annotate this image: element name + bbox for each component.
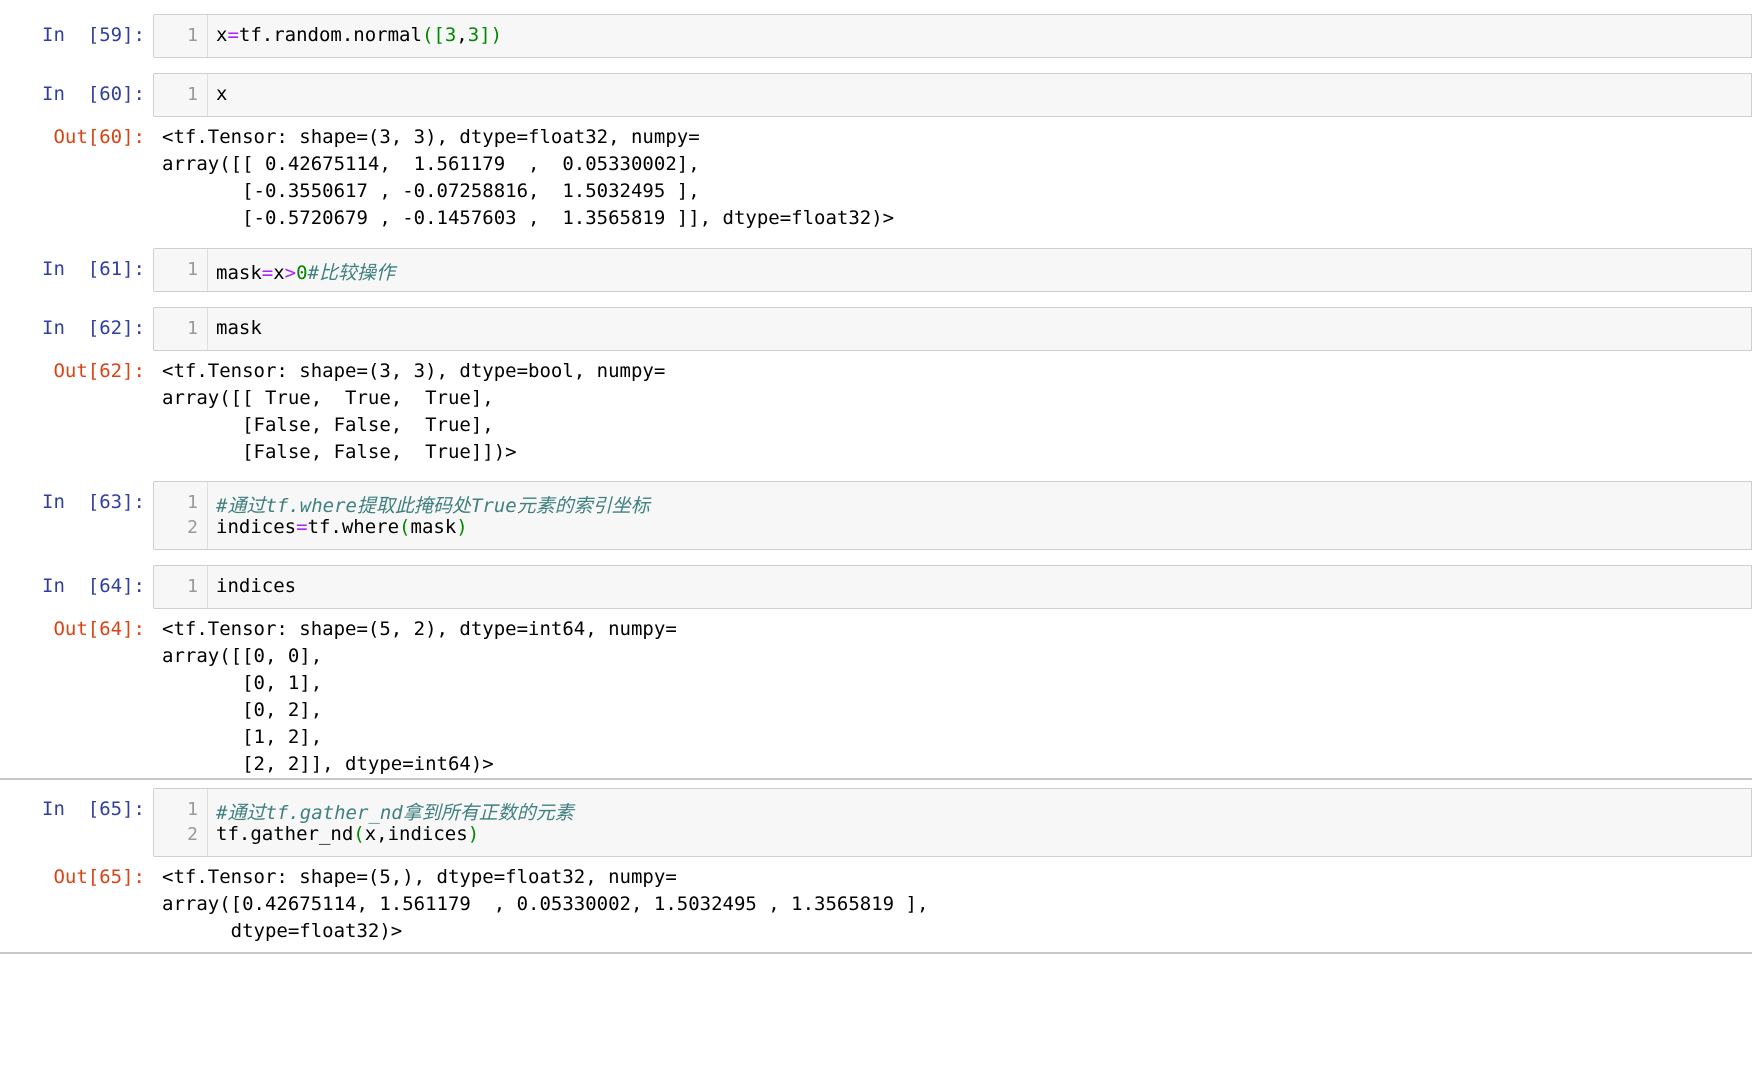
- code-editor[interactable]: 1 #通过tf.gather_nd拿到所有正数的元素 2 tf.gather_nd(x…: [153, 788, 1752, 857]
- cell-divider: [0, 952, 1752, 954]
- code-line[interactable]: #通过tf.where提取此掩码处True元素的索引坐标: [216, 491, 650, 518]
- code-token: indices: [216, 516, 297, 538]
- code-line[interactable]: mask=x>0#比较操作: [216, 258, 395, 285]
- code-line[interactable]: x: [216, 83, 227, 105]
- code-token: tf.random.normal: [238, 24, 422, 46]
- code-line[interactable]: mask: [216, 317, 262, 339]
- code-token: =: [227, 24, 239, 46]
- input-prompt: In [59]:: [42, 24, 145, 46]
- code-editor[interactable]: 1 #通过tf.where提取此掩码处True元素的索引坐标 2 indices=tf…: [153, 481, 1752, 550]
- code-token: ): [467, 823, 480, 845]
- line-number: 1: [187, 259, 198, 280]
- code-token: ): [456, 516, 468, 538]
- code-token: 0: [296, 262, 308, 284]
- code-token: 3: [444, 24, 457, 46]
- line-number: 1: [187, 84, 198, 105]
- line-number: 1: [187, 576, 198, 597]
- input-prompt: In [64]:: [42, 575, 145, 597]
- code-token: x,indices: [364, 823, 468, 845]
- code-token: (: [353, 823, 365, 845]
- input-prompt: In [62]:: [42, 317, 145, 339]
- code-token: >: [284, 262, 297, 284]
- input-prompt: In [63]:: [42, 491, 145, 513]
- line-number: 2: [187, 824, 198, 845]
- code-token: 3: [467, 24, 480, 46]
- cell-output: <tf.Tensor: shape=(5,), dtype=float32, n…: [162, 866, 929, 942]
- code-token: #通过tf.where提取此掩码处True元素的索引坐标: [216, 495, 650, 517]
- code-token: tf.where: [307, 516, 400, 538]
- line-number: 1: [187, 318, 198, 339]
- code-line[interactable]: x=tf.random.normal([3,3]): [216, 24, 502, 46]
- code-token: =: [296, 516, 308, 538]
- code-token: =: [261, 262, 274, 284]
- code-editor[interactable]: 1 mask=x>0#比较操作: [153, 248, 1752, 292]
- cell-output: <tf.Tensor: shape=(5, 2), dtype=int64, n…: [162, 618, 677, 775]
- code-token: tf.gather_nd: [216, 823, 354, 845]
- output-prompt: Out[64]:: [53, 618, 145, 640]
- line-number: 2: [187, 517, 198, 538]
- input-prompt: In [61]:: [42, 258, 145, 280]
- code-line[interactable]: indices: [216, 575, 296, 597]
- code-token: #比较操作: [307, 262, 396, 284]
- code-token: (: [399, 516, 411, 538]
- code-line[interactable]: tf.gather_nd(x,indices): [216, 823, 479, 845]
- line-number: 1: [187, 492, 198, 513]
- code-line[interactable]: indices=tf.where(mask): [216, 516, 468, 538]
- code-token: ]): [479, 24, 503, 46]
- code-token: #通过tf.gather_nd拿到所有正数的元素: [216, 802, 574, 824]
- code-token: mask: [410, 516, 457, 538]
- code-token: ([: [421, 24, 445, 46]
- input-prompt: In [65]:: [42, 798, 145, 820]
- code-token: x: [216, 24, 228, 46]
- code-editor[interactable]: 1 x=tf.random.normal([3,3]): [153, 14, 1752, 58]
- code-editor[interactable]: 1 indices: [153, 565, 1752, 609]
- input-prompt: In [60]:: [42, 83, 145, 105]
- code-editor[interactable]: 1x: [153, 73, 1752, 117]
- line-number: 1: [187, 25, 198, 46]
- code-editor[interactable]: 1 mask: [153, 307, 1752, 351]
- code-token: mask: [216, 262, 262, 284]
- code-token: ,: [456, 24, 468, 46]
- cell-divider: [0, 778, 1752, 780]
- output-prompt: Out[60]:: [53, 126, 145, 148]
- code-token: indices: [216, 575, 297, 597]
- output-prompt: Out[65]:: [53, 866, 145, 888]
- code-line[interactable]: #通过tf.gather_nd拿到所有正数的元素: [216, 798, 574, 825]
- line-number: 1: [187, 799, 198, 820]
- cell-output: <tf.Tensor: shape=(3, 3), dtype=float32,…: [162, 126, 895, 229]
- cell-output: <tf.Tensor: shape=(3, 3), dtype=bool, nu…: [162, 360, 666, 463]
- code-token: x: [273, 262, 285, 284]
- code-token: mask: [216, 317, 262, 339]
- output-prompt: Out[62]:: [53, 360, 145, 382]
- code-token: x: [216, 83, 228, 105]
